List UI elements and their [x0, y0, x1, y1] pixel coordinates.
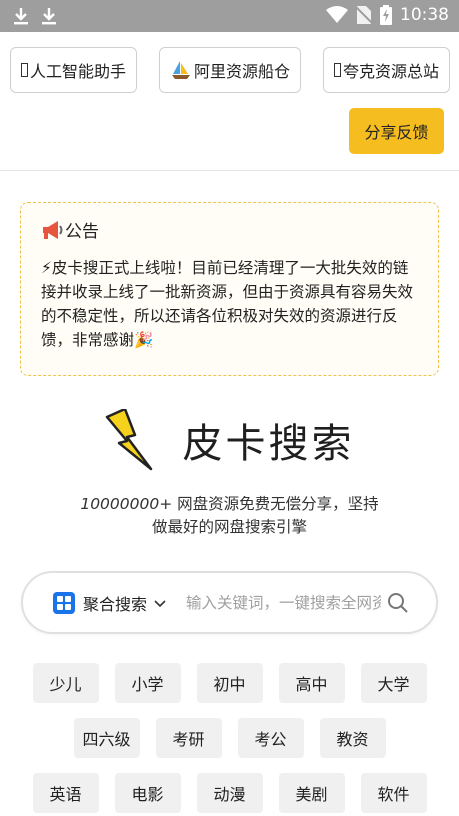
tag-anime[interactable]: 动漫: [196, 773, 263, 813]
slogan-line-1: 网盘资源免费无偿分享，坚持: [172, 495, 379, 513]
quick-links: 人工智能助手 阿里资源船仓 夸克资源总站: [10, 47, 450, 93]
divider: [0, 170, 459, 171]
tag-senior-high[interactable]: 高中: [278, 663, 345, 703]
announcement-header: 公告: [41, 217, 418, 242]
tag-row: 四六级 考研 考公 教资: [0, 718, 459, 758]
link-ali-resource[interactable]: 阿里资源船仓: [158, 47, 301, 93]
wifi-icon: [326, 6, 348, 23]
announcement-card: 公告 ⚡皮卡搜正式上线啦！目前已经清理了一大批失效的链接并收录上线了一批新资源，…: [20, 202, 439, 376]
chevron-down-icon: [154, 599, 166, 607]
no-sim-icon: [356, 6, 372, 24]
megaphone-icon: [43, 220, 63, 239]
status-bar: 10:38: [0, 0, 459, 32]
link-label: 阿里资源船仓: [193, 62, 290, 81]
tag-civil-service[interactable]: 考公: [237, 718, 304, 758]
clock: 10:38: [400, 5, 449, 25]
tag-row: 英语 电影 动漫 美剧 软件: [0, 773, 459, 813]
link-label: 夸克资源总站: [342, 62, 439, 81]
tag-junior-high[interactable]: 初中: [196, 663, 263, 703]
announcement-text: ⚡皮卡搜正式上线啦！目前已经清理了一大批失效的链接并收录上线了一批新资源，但由于…: [41, 259, 414, 349]
brand-name: 皮卡搜索: [182, 421, 355, 467]
tag-english[interactable]: 英语: [32, 773, 99, 813]
tag-university[interactable]: 大学: [360, 663, 427, 703]
sailboat-icon: [171, 61, 190, 79]
download-icon: [14, 8, 28, 25]
resource-count: 10000000+: [80, 495, 173, 513]
box-glyph-icon: [21, 63, 28, 77]
tag-children[interactable]: 少儿: [32, 663, 99, 703]
tag-row: 少儿 小学 初中 高中 大学: [0, 663, 459, 703]
slogan-line-2: 做最好的网盘搜索引擎: [151, 518, 307, 536]
search-bar: 聚合搜索: [21, 571, 438, 634]
grid-icon: [53, 591, 75, 614]
tag-teacher-cert[interactable]: 教资: [319, 718, 386, 758]
category-tags: 少儿 小学 初中 高中 大学 四六级 考研 考公 教资 英语 电影 动漫 美剧 …: [0, 663, 459, 816]
search-mode-label: 聚合搜索: [83, 594, 148, 614]
box-glyph-icon: [333, 63, 341, 77]
tag-primary-school[interactable]: 小学: [114, 663, 181, 703]
tag-software[interactable]: 软件: [360, 773, 427, 813]
link-label: 人工智能助手: [30, 62, 127, 81]
download-icon: [42, 8, 56, 25]
search-mode-select[interactable]: 聚合搜索: [53, 591, 168, 615]
search-input[interactable]: [186, 593, 382, 612]
share-feedback-button[interactable]: 分享反馈: [349, 108, 444, 154]
announcement-title: 公告: [65, 222, 99, 242]
tag-us-drama[interactable]: 美剧: [278, 773, 345, 813]
battery-charging-icon: [380, 5, 392, 25]
slogan: 10000000+ 网盘资源免费无偿分享，坚持 做最好的网盘搜索引擎: [40, 493, 419, 539]
tag-postgrad-exam[interactable]: 考研: [155, 718, 222, 758]
tag-cet[interactable]: 四六级: [73, 718, 140, 758]
brand: 皮卡搜索: [0, 405, 459, 475]
lightning-logo-icon: [105, 409, 152, 471]
link-ai-assistant[interactable]: 人工智能助手: [10, 47, 138, 93]
tag-movies[interactable]: 电影: [114, 773, 181, 813]
search-icon[interactable]: [387, 592, 409, 614]
link-quark-resource[interactable]: 夸克资源总站: [322, 47, 450, 93]
